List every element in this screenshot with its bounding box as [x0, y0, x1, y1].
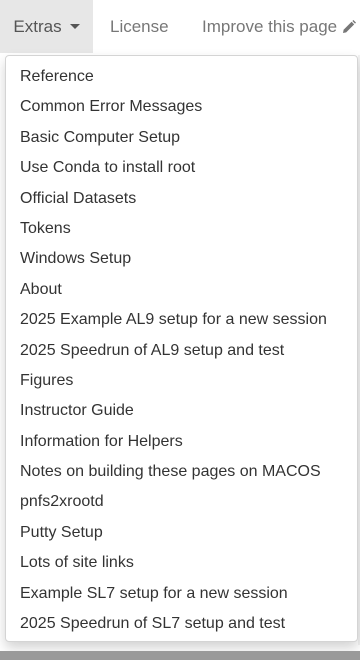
dropdown-item[interactable]: Use Conda to install root	[6, 153, 357, 183]
dropdown-item[interactable]: Tokens	[6, 214, 357, 244]
dropdown-item[interactable]: 2025 Example AL9 setup for a new session	[6, 305, 357, 335]
top-navbar: Extras License Improve this page	[0, 0, 360, 53]
page-bottom-strip	[0, 651, 360, 660]
pencil-icon	[341, 19, 357, 35]
dropdown-item[interactable]: 2025 Speedrun of SL7 setup and test	[6, 609, 357, 639]
extras-label: Extras	[13, 16, 62, 36]
dropdown-item[interactable]: Notes on building these pages on MACOS	[6, 457, 357, 487]
extras-dropdown-menu: Reference Common Error Messages Basic Comp…	[5, 55, 358, 642]
dropdown-item[interactable]: Putty Setup	[6, 518, 357, 548]
extras-dropdown-toggle[interactable]: Extras	[0, 0, 93, 53]
dropdown-item[interactable]: Lots of site links	[6, 548, 357, 578]
license-label: License	[110, 16, 169, 36]
improve-label: Improve this page	[202, 16, 338, 36]
dropdown-item[interactable]: About	[6, 275, 357, 305]
page: Extras License Improve this page Referen…	[0, 0, 360, 660]
dropdown-item[interactable]: 2025 Speedrun of AL9 setup and test	[6, 336, 357, 366]
caret-down-icon	[69, 24, 80, 29]
improve-page-link[interactable]: Improve this page	[202, 0, 357, 53]
dropdown-item[interactable]: Example SL7 setup for a new session	[6, 579, 357, 609]
license-link[interactable]: License	[110, 0, 169, 53]
dropdown-item[interactable]: Figures	[6, 366, 357, 396]
dropdown-item[interactable]: Reference	[6, 62, 357, 92]
dropdown-item[interactable]: Information for Helpers	[6, 427, 357, 457]
dropdown-item[interactable]: Official Datasets	[6, 184, 357, 214]
dropdown-item[interactable]: Common Error Messages	[6, 92, 357, 122]
dropdown-item[interactable]: Windows Setup	[6, 244, 357, 274]
dropdown-item[interactable]: pnfs2xrootd	[6, 487, 357, 517]
dropdown-item[interactable]: Instructor Guide	[6, 396, 357, 426]
dropdown-item[interactable]: Basic Computer Setup	[6, 123, 357, 153]
